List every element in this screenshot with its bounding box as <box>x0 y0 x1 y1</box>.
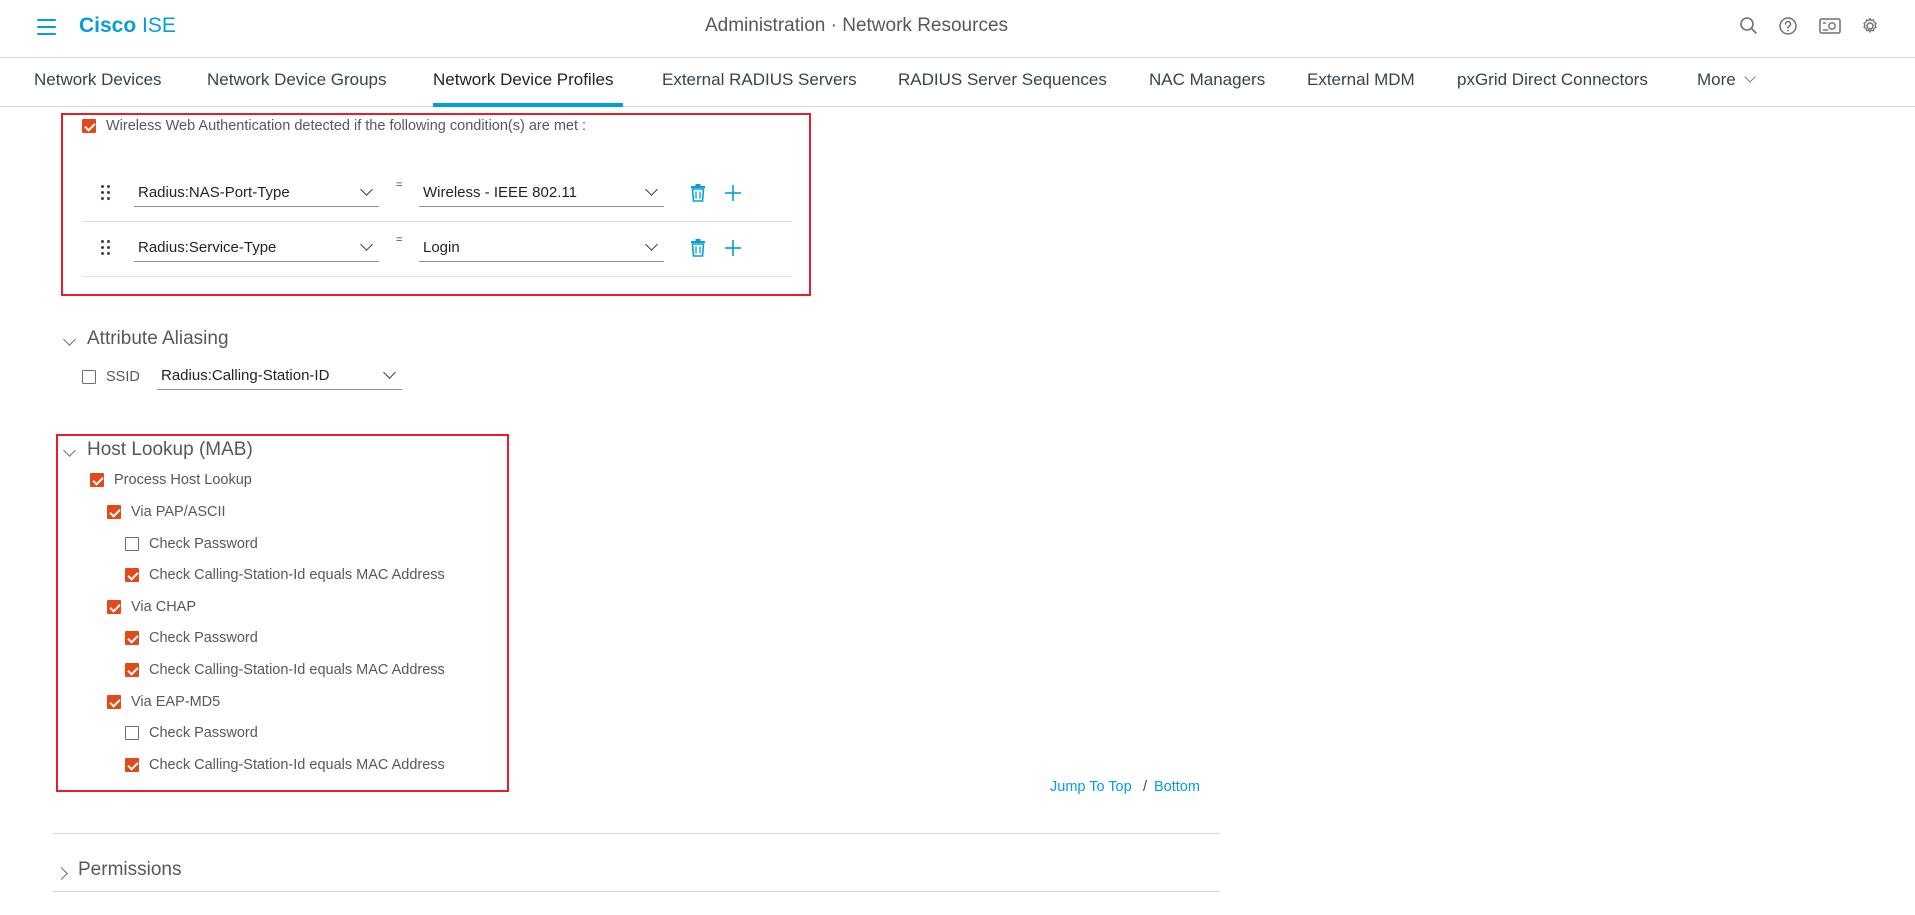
trash-icon[interactable] <box>690 184 706 207</box>
tab-bar: Network Devices Network Device Groups Ne… <box>0 58 1915 107</box>
checkbox-label: Check Password <box>149 725 258 741</box>
tab-radius-server-sequences[interactable]: RADIUS Server Sequences <box>898 70 1107 107</box>
trash-icon[interactable] <box>690 239 706 262</box>
tab-label: pxGrid Direct Connectors <box>1457 70 1648 89</box>
checkbox-label: Check Password <box>149 536 258 552</box>
select-value: Login <box>423 239 460 256</box>
drag-handle-icon[interactable] <box>101 185 111 203</box>
tab-external-mdm[interactable]: External MDM <box>1307 70 1415 107</box>
section-title: Attribute Aliasing <box>87 328 229 349</box>
tab-label: Network Device Groups <box>207 70 387 89</box>
checkbox-label: Via EAP-MD5 <box>131 694 221 710</box>
tab-network-device-profiles[interactable]: Network Device Profiles <box>433 70 623 107</box>
section-title: Host Lookup (MAB) <box>87 439 253 460</box>
pap-check-calling-station-checkbox[interactable] <box>125 568 139 582</box>
row-divider <box>82 276 792 277</box>
tab-label: Network Device Profiles <box>433 70 614 89</box>
chevron-down-icon <box>645 238 658 251</box>
tab-label: NAC Managers <box>1149 70 1266 89</box>
section-divider <box>53 891 1220 892</box>
chap-check-calling-station-checkbox[interactable] <box>125 663 139 677</box>
tab-label: RADIUS Server Sequences <box>898 70 1107 89</box>
checkbox-label: Check Calling-Station-Id equals MAC Addr… <box>149 757 445 773</box>
dashboard-icon[interactable] <box>1817 15 1843 37</box>
section-title: Permissions <box>78 859 182 880</box>
condition-attribute-select[interactable]: Radius:NAS-Port-Type <box>134 179 379 207</box>
pap-check-password-checkbox[interactable] <box>125 537 139 551</box>
tab-network-devices[interactable]: Network Devices <box>34 70 162 107</box>
chevron-down-icon <box>383 366 396 379</box>
jump-to-top-link[interactable]: Jump To Top <box>1050 779 1132 795</box>
drag-handle-icon[interactable] <box>101 240 111 258</box>
tab-label: More <box>1697 70 1736 89</box>
tab-nac-managers[interactable]: NAC Managers <box>1149 70 1265 107</box>
checkbox-label: Via CHAP <box>131 599 197 615</box>
wireless-web-auth-label: Wireless Web Authentication detected if … <box>106 118 587 134</box>
eap-check-password-checkbox[interactable] <box>125 726 139 740</box>
chap-check-password-checkbox[interactable] <box>125 631 139 645</box>
process-host-lookup-checkbox[interactable] <box>90 473 104 487</box>
jump-to-bottom-link[interactable]: Bottom <box>1154 779 1200 795</box>
search-icon[interactable] <box>1738 15 1760 37</box>
active-tab-indicator <box>433 103 623 107</box>
checkbox-label: Check Calling-Station-Id equals MAC Addr… <box>149 662 445 678</box>
checkbox-label: Via PAP/ASCII <box>131 504 226 520</box>
tab-external-radius-servers[interactable]: External RADIUS Servers <box>662 70 857 107</box>
ssid-label: SSID <box>106 369 140 385</box>
chevron-down-icon <box>63 444 76 457</box>
chevron-down-icon <box>360 183 373 196</box>
tab-more[interactable]: More <box>1697 70 1756 107</box>
wireless-web-auth-checkbox[interactable] <box>82 119 96 133</box>
checkbox-label: Check Password <box>149 630 258 646</box>
tab-network-device-groups[interactable]: Network Device Groups <box>207 70 387 107</box>
via-chap-checkbox[interactable] <box>107 600 121 614</box>
section-divider <box>53 833 1220 834</box>
select-value: Wireless - IEEE 802.11 <box>423 184 577 201</box>
tab-label: Network Devices <box>34 70 162 89</box>
select-value: Radius:NAS-Port-Type <box>138 184 290 201</box>
condition-attribute-select[interactable]: Radius:Service-Type <box>134 234 379 262</box>
chevron-right-icon <box>55 867 68 880</box>
add-icon[interactable] <box>725 240 741 261</box>
chevron-down-icon <box>645 183 658 196</box>
help-icon[interactable] <box>1777 15 1799 37</box>
condition-value-select[interactable]: Wireless - IEEE 802.11 <box>419 179 664 207</box>
chevron-down-icon <box>360 238 373 251</box>
tab-pxgrid-direct-connectors[interactable]: pxGrid Direct Connectors <box>1457 70 1648 107</box>
settings-icon[interactable] <box>1859 15 1881 37</box>
condition-operator: = <box>396 234 403 246</box>
tab-label: External MDM <box>1307 70 1415 89</box>
select-value: Radius:Calling-Station-ID <box>161 367 330 384</box>
select-value: Radius:Service-Type <box>138 239 277 256</box>
checkbox-label: Check Calling-Station-Id equals MAC Addr… <box>149 567 445 583</box>
permissions-header[interactable]: Permissions <box>55 859 317 885</box>
page-title: Administration · Network Resources <box>704 15 1009 36</box>
checkbox-label: Process Host Lookup <box>114 472 252 488</box>
ssid-attribute-select[interactable]: Radius:Calling-Station-ID <box>157 362 402 390</box>
jump-separator: / <box>1143 779 1148 795</box>
host-lookup-header[interactable]: Host Lookup (MAB) <box>63 439 325 465</box>
condition-value-select[interactable]: Login <box>419 234 664 262</box>
tab-label: External RADIUS Servers <box>662 70 857 89</box>
chevron-down-icon <box>1744 71 1756 83</box>
via-eap-md5-checkbox[interactable] <box>107 695 121 709</box>
eap-check-calling-station-checkbox[interactable] <box>125 758 139 772</box>
condition-operator: = <box>396 179 403 191</box>
row-divider <box>82 221 792 222</box>
add-icon[interactable] <box>725 185 741 206</box>
ssid-checkbox[interactable] <box>82 370 96 384</box>
top-bar: Cisco ISE Administration · Network Resou… <box>0 0 1915 58</box>
attribute-aliasing-header[interactable]: Attribute Aliasing <box>63 328 325 354</box>
chevron-down-icon <box>63 333 76 346</box>
via-pap-ascii-checkbox[interactable] <box>107 505 121 519</box>
